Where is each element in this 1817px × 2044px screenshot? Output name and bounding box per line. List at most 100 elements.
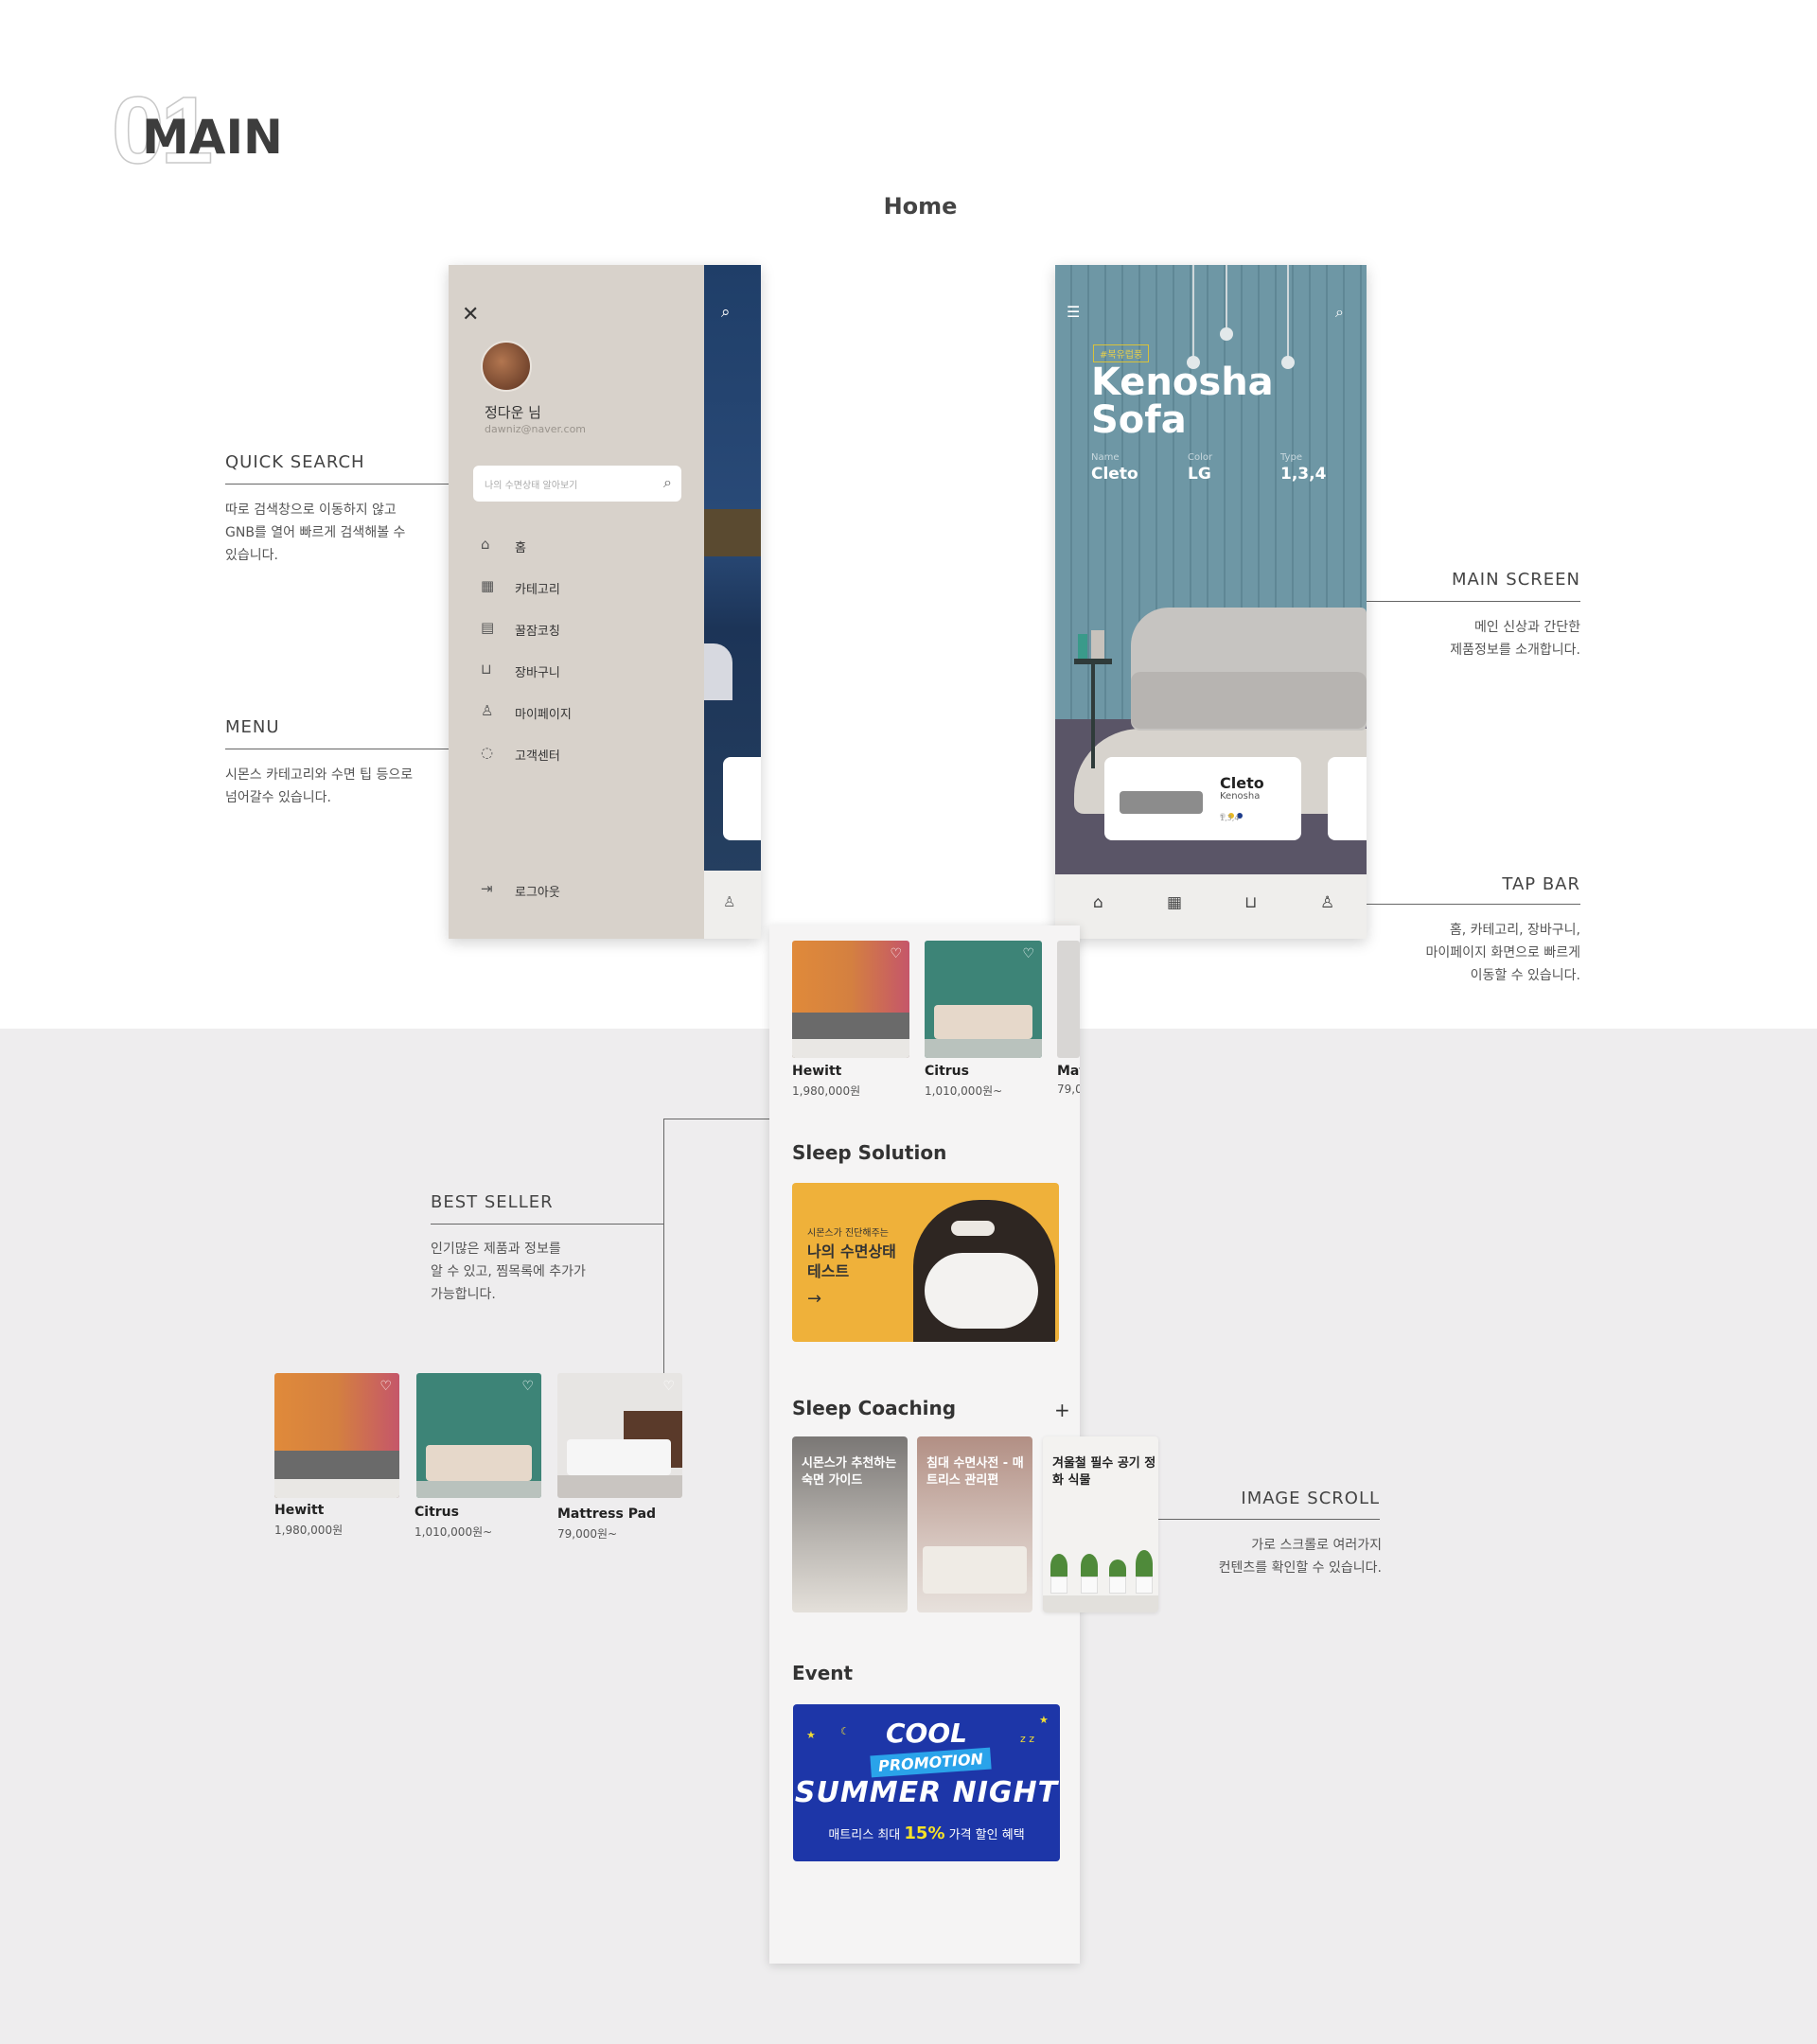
annotation-line xyxy=(431,1224,664,1225)
close-icon[interactable]: ✕ xyxy=(462,303,479,326)
menu-item-home[interactable]: ⌂ 홈 xyxy=(481,536,670,558)
event-line-promotion: PROMOTION xyxy=(870,1747,992,1778)
annotation-main-screen-title: MAIN SCREEN xyxy=(1451,570,1580,590)
search-icon[interactable]: ⌕ xyxy=(721,303,731,322)
avatar xyxy=(481,341,532,392)
product-price: 1,010,000원~ xyxy=(925,1084,1003,1098)
event-subtitle: 매트리스 최대 15% 가격 할인 혜택 xyxy=(828,1824,1025,1843)
coaching-card-plants[interactable]: 겨울철 필수 공기 정화 식물 xyxy=(1043,1436,1158,1612)
lamp-cord xyxy=(1287,265,1289,360)
quick-search-input[interactable]: 나의 수면상태 알아보기 ⌕ xyxy=(473,466,681,502)
menu-item-label: 홈 xyxy=(515,541,526,555)
coaching-card-title: 시몬스가 추천하는 숙면 가이드 xyxy=(802,1456,897,1488)
annotation-line xyxy=(1348,601,1580,602)
tab-bar: ⌂ ▦ ⊔ ♙ xyxy=(1055,874,1367,939)
spec-type: Type 1,3,4 xyxy=(1280,452,1327,484)
menu-item-mypage[interactable]: ♙ 마이페이지 xyxy=(481,702,670,725)
annotation-line xyxy=(225,484,458,485)
annotation-line xyxy=(1348,904,1580,905)
home-scroll-screen: ♡ Hewitt 1,980,000원 ♡ Citrus 1,010,000원~… xyxy=(769,925,1080,1964)
section-title: MAIN xyxy=(142,110,283,165)
user-icon[interactable]: ♙ xyxy=(723,893,735,910)
home-icon[interactable]: ⌂ xyxy=(1093,893,1103,912)
product-card-next[interactable] xyxy=(1328,757,1367,840)
coaching-card[interactable]: 침대 수면사전 - 매트리스 관리편 xyxy=(917,1436,1032,1612)
menu-icon[interactable]: ☰ xyxy=(1067,303,1080,321)
product-price: 1,010,000원~ xyxy=(415,1525,493,1539)
user-icon[interactable]: ♙ xyxy=(1320,893,1334,912)
heart-icon[interactable]: ♡ xyxy=(379,1379,392,1394)
headset-icon: ◌ xyxy=(481,744,494,761)
menu-item-label: 마이페이지 xyxy=(515,708,572,722)
coaching-icon: ▤ xyxy=(481,619,495,636)
product-name: Hewitt xyxy=(274,1503,325,1518)
plus-icon[interactable]: + xyxy=(1054,1399,1070,1421)
annotation-tap-bar-text: 홈, 카테고리, 장바구니, 마이페이지 화면으로 빠르게 이동할 수 있습니다… xyxy=(1425,923,1580,983)
product-card[interactable]: Cleto Kenosha 1,3,4 xyxy=(1104,757,1301,840)
annotation-menu-text: 시몬스 카테고리와 수면 팁 등으로 넘어갈수 있습니다. xyxy=(225,767,414,805)
product-name: Citrus xyxy=(925,1064,969,1079)
screen-title: Home xyxy=(883,193,958,220)
coaching-card-title: 침대 수면사전 - 매트리스 관리편 xyxy=(926,1456,1024,1488)
sleep-solution-title: Sleep Solution xyxy=(792,1141,947,1164)
heart-icon[interactable]: ♡ xyxy=(662,1379,675,1394)
annotation-quick-search-title: QUICK SEARCH xyxy=(225,452,365,472)
product-price: 1,980,000원 xyxy=(274,1524,344,1537)
heart-icon[interactable]: ♡ xyxy=(521,1379,534,1394)
annotation-best-seller-title: BEST SELLER xyxy=(431,1192,554,1212)
annotation-image-scroll-text: 가로 스크롤로 여러가지 컨텐츠를 확인할 수 있습니다. xyxy=(1218,1538,1382,1576)
lamp-bulb xyxy=(1220,327,1233,341)
menu-item-label: 카테고리 xyxy=(515,583,560,597)
menu-item-support[interactable]: ◌ 고객센터 xyxy=(481,744,670,766)
coaching-card[interactable]: 시몬스가 추천하는 숙면 가이드 xyxy=(792,1436,908,1612)
sleep-mask-image xyxy=(951,1221,995,1236)
arrow-right-icon[interactable]: → xyxy=(807,1289,821,1309)
banner-headline: 나의 수면상태 테스트 xyxy=(807,1242,896,1280)
grid-icon[interactable]: ▦ xyxy=(1167,893,1182,912)
heart-icon[interactable]: ♡ xyxy=(1022,946,1034,961)
event-title: Event xyxy=(792,1662,854,1684)
user-icon: ♙ xyxy=(481,702,494,719)
best-seller-card[interactable]: ♡ xyxy=(416,1373,541,1498)
menu-item-label: 꿀잠코칭 xyxy=(515,625,560,639)
annotation-tap-bar-title: TAP BAR xyxy=(1502,874,1580,894)
product-price: 1,980,000원 xyxy=(792,1084,861,1098)
best-seller-card[interactable]: ♡ xyxy=(557,1373,682,1498)
event-banner[interactable]: ★ ☾ z z ★ COOL PROMOTION SUMMER NIGHT 매트… xyxy=(793,1704,1060,1861)
home-icon: ⌂ xyxy=(481,536,490,553)
menu-screen: ⌕ ♙ ✕ 정다운 님 dawniz@naver.com 나의 수면상태 알아보… xyxy=(449,265,761,939)
search-icon[interactable]: ⌕ xyxy=(1335,303,1344,322)
product-image xyxy=(1120,791,1203,814)
product-price: 79,0 xyxy=(1057,1083,1080,1096)
menu-item-label: 장바구니 xyxy=(515,666,560,680)
connector-line xyxy=(663,1119,664,1383)
best-seller-card[interactable]: ♡ xyxy=(925,941,1042,1058)
sleep-coaching-title: Sleep Coaching xyxy=(792,1397,957,1419)
logout-button[interactable]: ⇥ 로그아웃 xyxy=(481,880,670,903)
menu-item-coaching[interactable]: ▤ 꿀잠코칭 xyxy=(481,619,670,642)
annotation-best-seller-text: 인기많은 제품과 정보를 알 수 있고, 찜목록에 추가가 가능합니다. xyxy=(431,1242,586,1302)
user-email: dawniz@naver.com xyxy=(485,423,587,435)
annotation-quick-search-text: 따로 검색창으로 이동하지 않고 GNB를 열어 빠르게 검색해볼 수 있습니다… xyxy=(225,502,406,563)
product-name: Hewitt xyxy=(792,1064,842,1079)
annotation-menu-title: MENU xyxy=(225,717,280,737)
coaching-card-title: 겨울철 필수 공기 정화 식물 xyxy=(1052,1456,1156,1488)
grid-icon: ▦ xyxy=(481,577,495,594)
search-icon[interactable]: ⌕ xyxy=(663,473,672,492)
main-screen: ☰ ⌕ #북유럽풍 Kenosha Sofa Name Cleto Color … xyxy=(1055,265,1367,939)
menu-item-category[interactable]: ▦ 카테고리 xyxy=(481,577,670,600)
best-seller-card[interactable]: ♡ xyxy=(792,941,909,1058)
product-name: Cleto xyxy=(1220,774,1264,792)
search-placeholder: 나의 수면상태 알아보기 xyxy=(485,481,578,491)
pillow-image xyxy=(925,1253,1038,1329)
product-price: 79,000원~ xyxy=(557,1527,618,1541)
spec-name: Name Cleto xyxy=(1091,452,1138,484)
best-seller-card[interactable]: ♡ xyxy=(274,1373,399,1498)
sleep-test-banner[interactable]: 시몬스가 진단해주는 나의 수면상태 테스트 → xyxy=(792,1183,1059,1342)
best-seller-card-peek[interactable] xyxy=(1057,941,1080,1058)
cart-icon[interactable]: ⊔ xyxy=(1244,893,1257,912)
annotation-line xyxy=(1147,1519,1380,1520)
spec-color: Color LG xyxy=(1188,452,1213,484)
menu-item-cart[interactable]: ⊔ 장바구니 xyxy=(481,661,670,683)
heart-icon[interactable]: ♡ xyxy=(890,946,902,961)
